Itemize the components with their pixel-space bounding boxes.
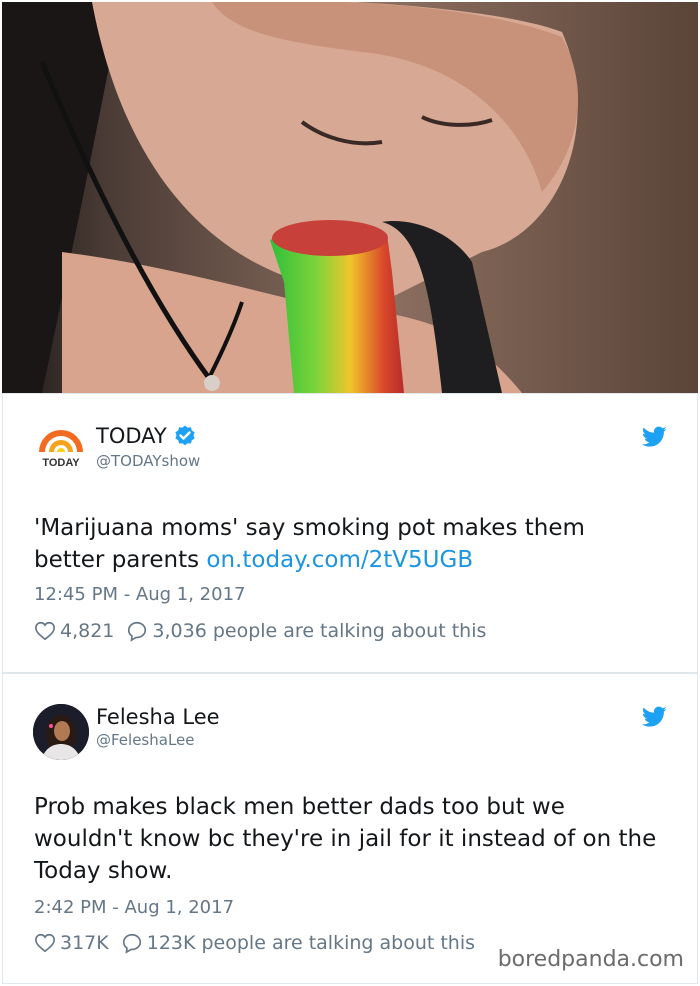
- tweet-stats: 317K 123K people are talking about this: [34, 932, 475, 954]
- display-name-row[interactable]: TODAY: [96, 424, 197, 448]
- tweet-timestamp[interactable]: 12:45 PM - Aug 1, 2017: [34, 584, 246, 605]
- tweet-text: 'Marijuana moms' say smoking pot makes t…: [34, 512, 657, 576]
- verified-badge-icon: [175, 425, 195, 446]
- user-handle[interactable]: @FeleshaLee: [96, 731, 195, 749]
- user-handle[interactable]: @TODAYshow: [96, 452, 200, 470]
- tweet-link[interactable]: on.today.com/2tV5UGB: [206, 547, 473, 573]
- talking-count[interactable]: 3,036 people are talking about this: [152, 620, 486, 642]
- twitter-bird-icon[interactable]: [642, 706, 667, 728]
- display-name-row[interactable]: Felesha Lee: [96, 705, 220, 729]
- photo-illustration: [2, 2, 698, 393]
- user-avatar-photo: [33, 704, 89, 760]
- tweet-stats: 4,821 3,036 people are talking about thi…: [34, 620, 486, 642]
- reply-bubble-icon[interactable]: [126, 620, 148, 642]
- twitter-bird-icon[interactable]: [642, 426, 667, 448]
- heart-icon[interactable]: [34, 932, 56, 954]
- today-sun-logo-icon: TODAY: [39, 430, 83, 469]
- tweet-today[interactable]: TODAY TODAY @TODAYshow 'Marijuana moms' …: [2, 393, 698, 673]
- today-logo-text: TODAY: [42, 457, 80, 469]
- talking-count[interactable]: 123K people are talking about this: [147, 932, 475, 954]
- like-count[interactable]: 4,821: [60, 620, 114, 642]
- reply-bubble-icon[interactable]: [121, 932, 143, 954]
- watermark: boredpanda.com: [497, 947, 684, 972]
- tweet-photo[interactable]: [2, 2, 698, 393]
- tweet-text: Prob makes black men better dads too but…: [34, 794, 657, 884]
- tweet-felesha[interactable]: Felesha Lee @FeleshaLee Prob makes black…: [2, 673, 698, 984]
- display-name[interactable]: Felesha Lee: [96, 705, 220, 729]
- heart-icon[interactable]: [34, 620, 56, 642]
- today-logo-avatar[interactable]: TODAY: [33, 428, 89, 484]
- display-name[interactable]: TODAY: [96, 424, 167, 448]
- like-count[interactable]: 317K: [60, 932, 109, 954]
- avatar[interactable]: [33, 704, 89, 760]
- tweet-timestamp[interactable]: 2:42 PM - Aug 1, 2017: [34, 897, 234, 918]
